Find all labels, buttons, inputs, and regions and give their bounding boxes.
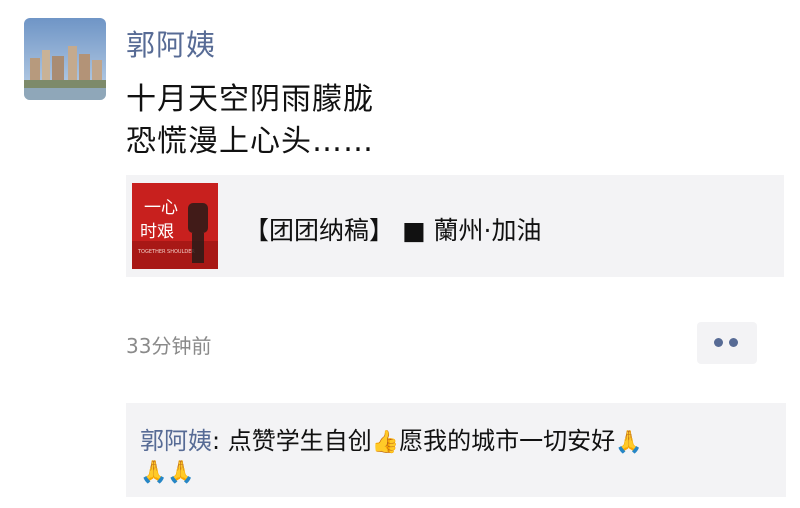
praying-hands-icon: 🙏: [615, 430, 643, 455]
comment-item[interactable]: 郭阿姨: 点赞学生自创👍愿我的城市一切安好🙏: [140, 421, 643, 456]
comment-continuation: 🙏🙏: [140, 457, 195, 485]
post-text-line: 十月天空阴雨朦胧: [126, 82, 374, 117]
comment-text: 点赞学生自创: [227, 427, 372, 455]
post-author-name[interactable]: 郭阿姨: [126, 22, 216, 64]
author-avatar[interactable]: [24, 18, 106, 100]
link-title: 【团团纳稿】 ■ 蘭州·加油: [244, 216, 542, 245]
thumb-text-bottom: 时艰: [140, 222, 174, 242]
thumb-small-text: TOGETHER SHOULDER: [137, 249, 195, 255]
more-dots-icon: [729, 338, 738, 347]
post-timestamp: 33分钟前: [126, 334, 212, 358]
link-thumbnail: 一心 时艰 TOGETHER SHOULDER: [132, 183, 218, 269]
more-dots-icon: [714, 338, 723, 347]
comment-section: 郭阿姨: 点赞学生自创👍愿我的城市一切安好🙏 🙏🙏: [126, 403, 786, 497]
commenter-name[interactable]: 郭阿姨: [140, 427, 212, 455]
post-text-line: 恐慌漫上心头……: [126, 124, 374, 159]
praying-hands-icon: 🙏🙏: [140, 460, 195, 485]
shared-link-card[interactable]: 一心 时艰 TOGETHER SHOULDER 【团团纳稿】 ■ 蘭州·加油: [126, 175, 784, 277]
thumb-text-top: 一心: [144, 198, 178, 218]
comment-separator: :: [212, 427, 228, 455]
thumbs-up-icon: 👍: [371, 430, 400, 455]
comment-text: 愿我的城市一切安好: [399, 427, 616, 455]
more-actions-button[interactable]: [697, 322, 757, 364]
